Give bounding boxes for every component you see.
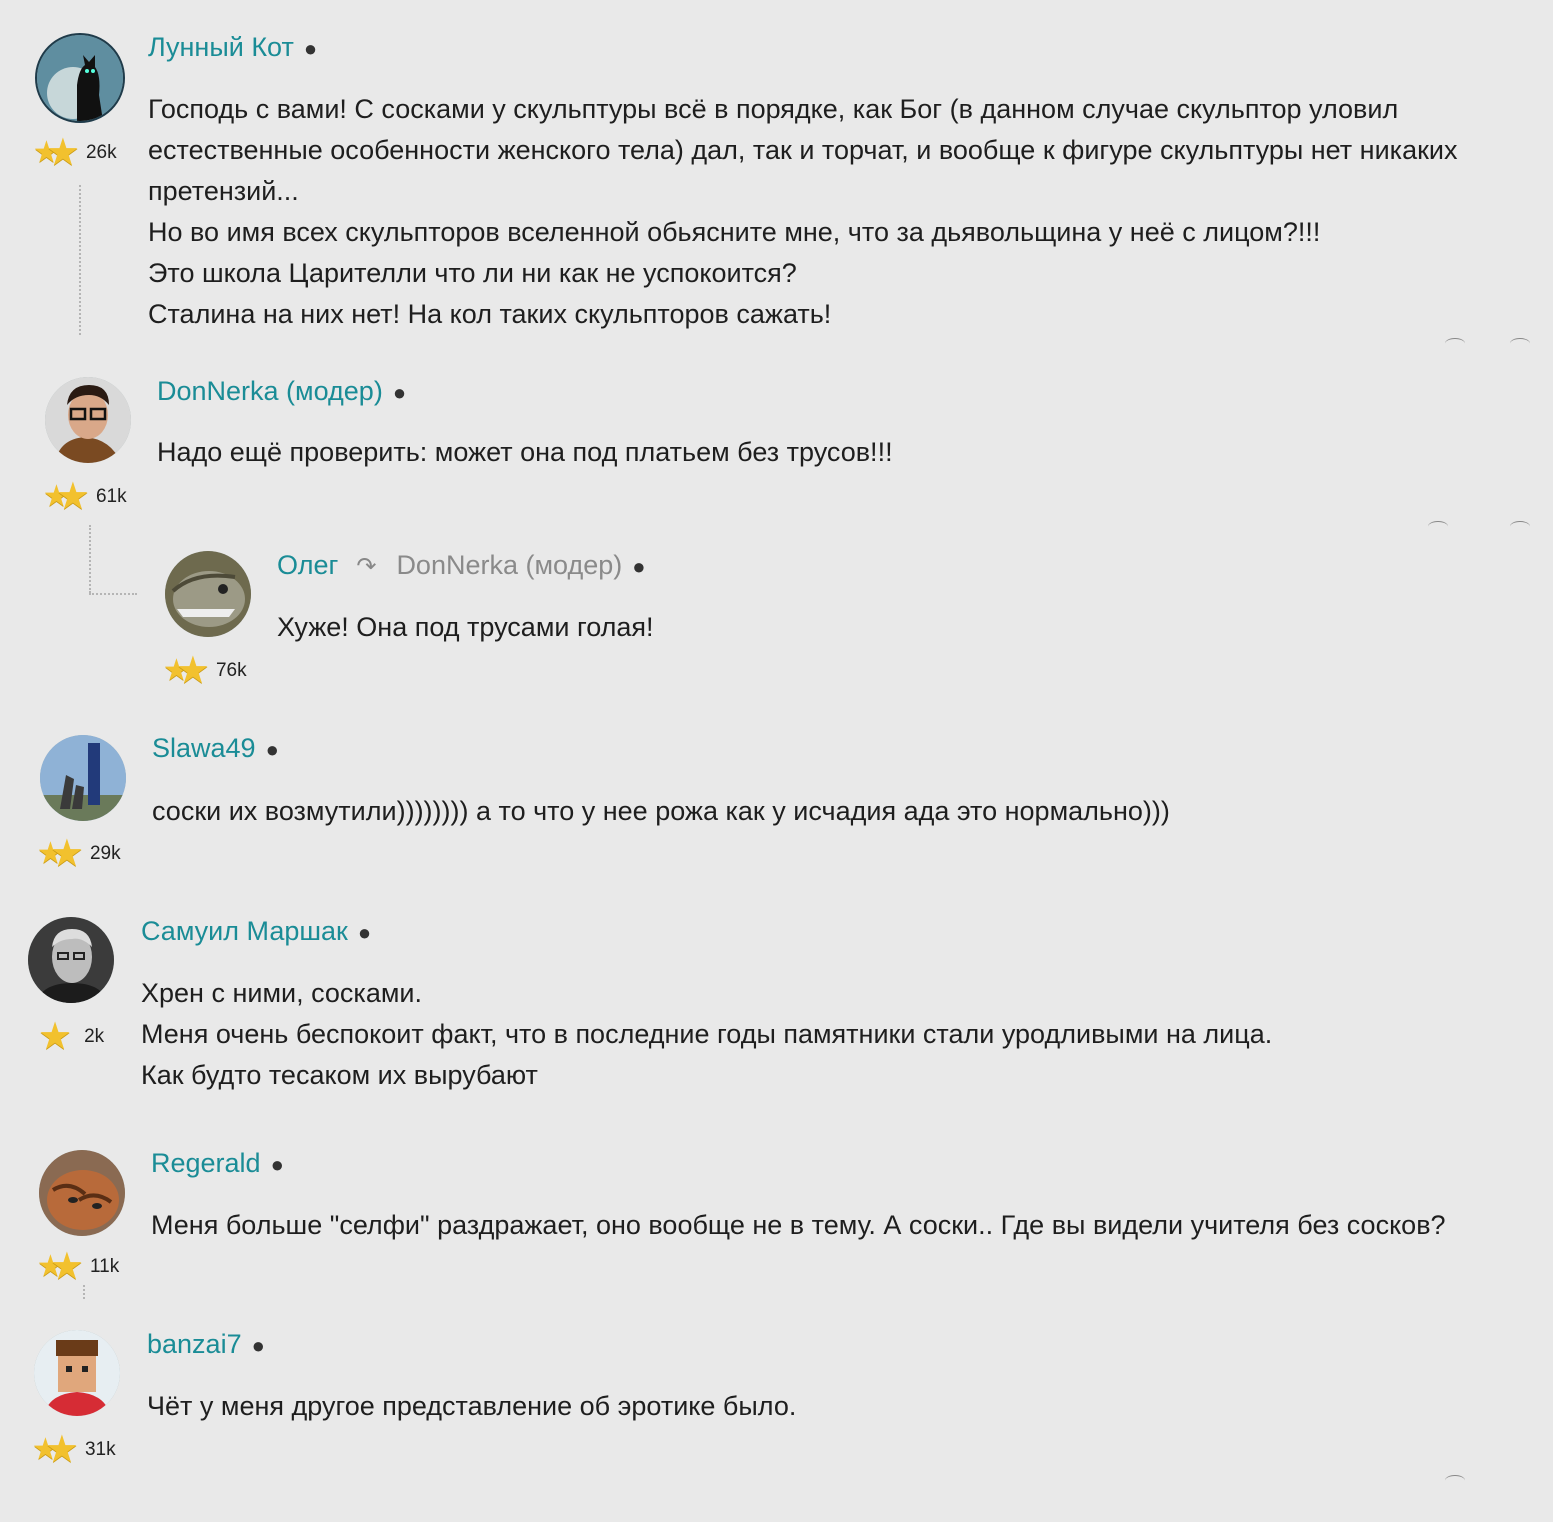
- corner-mark: [1445, 1475, 1465, 1486]
- comment-text: Хрен с ними, сосками. Меня очень беспоко…: [141, 978, 1273, 1090]
- comment-header: Самуил Маршак ●: [141, 916, 371, 947]
- rating-value: 2k: [84, 1026, 105, 1047]
- comment-text: соски их возмутили)))))))) а то что у не…: [152, 796, 1170, 826]
- rating-stars: ★ ★: [33, 134, 80, 172]
- comment-header: Олег ↷ DonNerka (модер) ●: [277, 550, 646, 581]
- rating-value: 76k: [215, 660, 247, 681]
- comment-text: Надо ещё проверить: может она под платье…: [157, 437, 893, 467]
- avatar[interactable]: [28, 917, 114, 1003]
- avatar[interactable]: [45, 377, 131, 463]
- avatar[interactable]: [35, 33, 125, 123]
- avatar[interactable]: [165, 551, 251, 637]
- rating-value: 11k: [89, 1256, 120, 1277]
- star-icon: ★: [44, 1429, 79, 1471]
- separator-dot: ●: [357, 920, 372, 945]
- author-link[interactable]: banzai7: [147, 1329, 242, 1360]
- rating: ★ ★ 31k: [32, 1431, 116, 1469]
- separator-dot: ●: [270, 1152, 284, 1177]
- comment-header: DonNerka (модер) ●: [157, 376, 406, 407]
- separator-dot: ●: [632, 554, 646, 579]
- rating-stars: ★ ★: [163, 652, 210, 690]
- rating: ★ 2k: [38, 1018, 104, 1056]
- rating: ★ ★ 11k: [37, 1248, 119, 1286]
- rating-value: 29k: [89, 843, 121, 864]
- rating-value: 61k: [95, 486, 127, 507]
- star-icon: ★: [49, 1246, 84, 1288]
- rating: ★ ★ 29k: [37, 835, 121, 873]
- avatar[interactable]: [34, 1330, 120, 1416]
- author-link[interactable]: Самуил Маршак: [141, 916, 348, 947]
- star-icon: ★: [45, 132, 80, 174]
- separator-dot: ●: [251, 1333, 265, 1358]
- reply-arrow-icon: ↷: [356, 553, 377, 580]
- author-link[interactable]: Лунный Кот: [148, 32, 294, 63]
- pixel-character-avatar-icon: [34, 1330, 120, 1416]
- avatar[interactable]: [39, 1150, 125, 1236]
- corner-mark: [1445, 338, 1465, 349]
- rating: ★ ★ 76k: [163, 652, 247, 690]
- star-icon: ★: [55, 476, 90, 518]
- comment-text: Господь с вами! С сосками у скульптуры в…: [148, 94, 1458, 329]
- rating-value: 26k: [85, 142, 117, 163]
- cat-avatar-icon: [39, 1150, 125, 1236]
- separator-dot: ●: [265, 737, 279, 762]
- corner-mark: [1510, 338, 1530, 349]
- corner-mark: [1510, 521, 1530, 532]
- comment-text: Хуже! Она под трусами голая!: [277, 612, 654, 642]
- thread-line: [89, 525, 91, 593]
- star-icon: ★: [49, 833, 84, 875]
- monument-avatar-icon: [40, 735, 126, 821]
- piranha-avatar-icon: [165, 551, 251, 637]
- corner-mark: [1428, 521, 1448, 532]
- reply-target-link[interactable]: DonNerka (модер): [396, 550, 622, 581]
- rating-stars: ★: [38, 1018, 72, 1056]
- comment-header: Regerald ●: [151, 1148, 284, 1179]
- author-link[interactable]: Slawa49: [152, 733, 256, 764]
- star-icon: ★: [38, 1016, 73, 1058]
- rating-stars: ★ ★: [37, 1248, 84, 1286]
- rating: ★ ★ 26k: [33, 134, 117, 172]
- star-icon: ★: [175, 650, 210, 692]
- author-link[interactable]: Regerald: [151, 1148, 261, 1179]
- separator-dot: ●: [303, 36, 318, 61]
- portrait-avatar-icon: [28, 917, 114, 1003]
- separator-dot: ●: [392, 380, 407, 405]
- rating-value: 31k: [84, 1439, 116, 1460]
- author-link[interactable]: Олег: [277, 550, 338, 581]
- comment-header: Лунный Кот ●: [148, 32, 317, 63]
- comment-header: Slawa49 ●: [152, 733, 279, 764]
- cat-moon-avatar-icon: [37, 35, 123, 121]
- rating-stars: ★ ★: [32, 1431, 79, 1469]
- rating-stars: ★ ★: [37, 835, 84, 873]
- comment-header: banzai7 ●: [147, 1329, 265, 1360]
- man-glasses-avatar-icon: [45, 377, 131, 463]
- comment-text: Меня больше "селфи" раздражает, оно вооб…: [151, 1210, 1446, 1240]
- avatar[interactable]: [40, 735, 126, 821]
- author-link[interactable]: DonNerka (модер): [157, 376, 383, 407]
- thread-line: [89, 593, 137, 595]
- rating-stars: ★ ★: [43, 478, 90, 516]
- comment-text: Чёт у меня другое представление об эроти…: [147, 1391, 797, 1421]
- thread-line: [79, 185, 81, 335]
- rating: ★ ★ 61k: [43, 478, 127, 516]
